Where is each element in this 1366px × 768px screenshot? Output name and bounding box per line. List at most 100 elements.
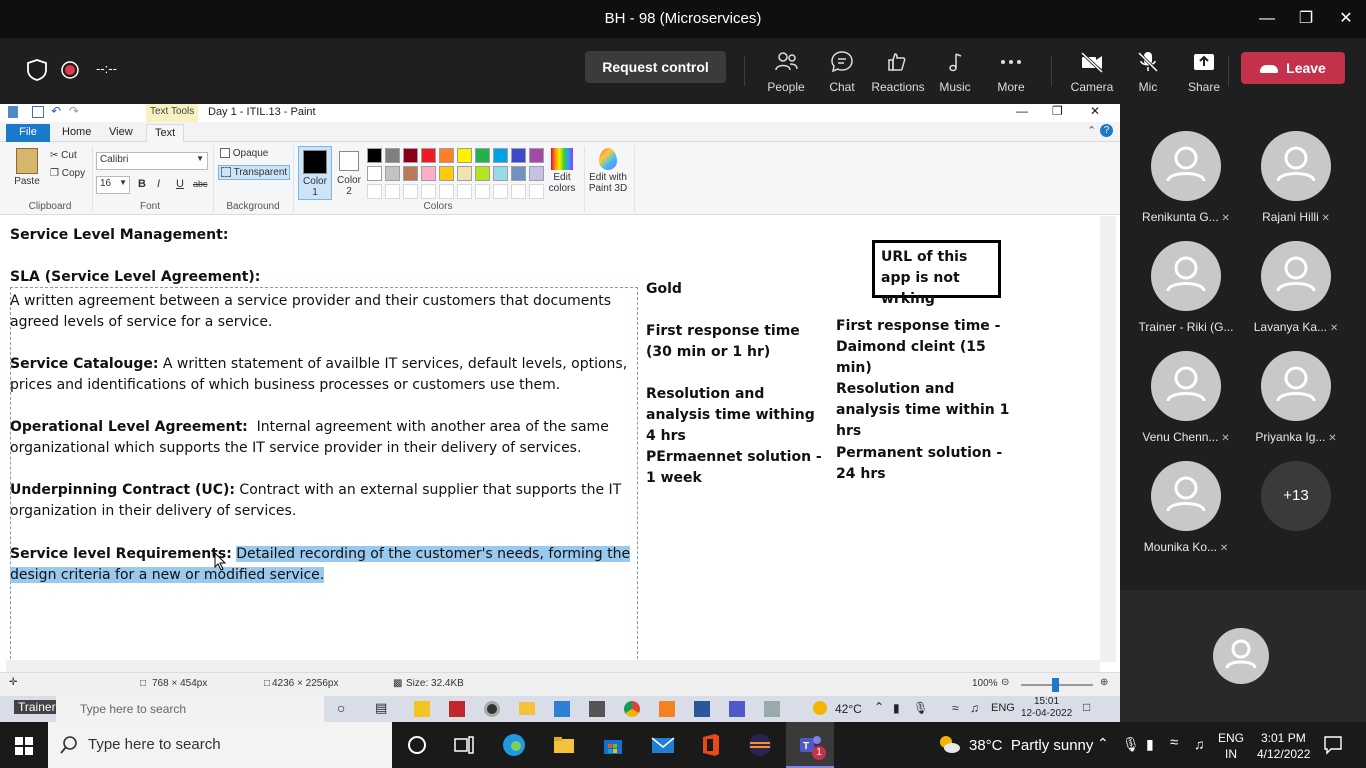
request-control-button[interactable]: Request control	[585, 51, 726, 83]
color2-button[interactable]: Color 2	[334, 146, 364, 200]
maximize-button[interactable]: ❐	[1293, 6, 1319, 32]
color-swatch[interactable]	[385, 148, 400, 163]
color-swatch[interactable]	[475, 166, 490, 181]
windows-start-icon[interactable]	[15, 737, 33, 755]
snipping-tool-icon[interactable]	[589, 701, 605, 717]
strikethrough-button[interactable]: abc	[193, 179, 208, 189]
task-view-icon[interactable]	[451, 732, 477, 758]
more-participants-button[interactable]: +13	[1261, 461, 1331, 531]
office-icon[interactable]	[698, 732, 724, 758]
people-button[interactable]: People	[756, 50, 816, 94]
opaque-option[interactable]: Opaque	[220, 148, 268, 159]
transparent-option[interactable]: Transparent	[218, 165, 291, 180]
music-button[interactable]: Music	[925, 50, 985, 94]
word-icon[interactable]	[694, 701, 710, 717]
store-icon[interactable]	[600, 732, 626, 758]
color-swatch[interactable]	[493, 166, 508, 181]
edit-with-paint3d-button[interactable]: Edit with Paint 3D	[586, 146, 630, 194]
participant-avatar[interactable]	[1261, 241, 1331, 311]
remote-search-box[interactable]: Type here to search	[56, 696, 324, 722]
cortana-icon[interactable]: ○	[337, 700, 345, 716]
color-swatch[interactable]	[439, 166, 454, 181]
color-swatch[interactable]	[367, 166, 382, 181]
chevron-up-icon[interactable]: ⌃	[874, 700, 884, 714]
tab-text[interactable]: Text	[146, 124, 185, 142]
clock-date[interactable]: 4/12/2022	[1257, 747, 1310, 761]
language-primary[interactable]: ENG	[1218, 731, 1244, 745]
copy-button[interactable]: ❐ Copy	[50, 168, 85, 179]
color-swatch[interactable]	[439, 148, 454, 163]
redo-icon[interactable]: ↷	[69, 104, 79, 118]
color-swatch[interactable]	[511, 148, 526, 163]
color-swatch[interactable]	[421, 148, 436, 163]
wifi-icon[interactable]: ≈	[1170, 734, 1178, 751]
color-swatch[interactable]	[385, 166, 400, 181]
zoom-out-button[interactable]: ⊝	[1001, 677, 1009, 688]
paint-minimize-button[interactable]: —	[1016, 104, 1028, 118]
participant-avatar[interactable]	[1151, 241, 1221, 311]
color-swatch[interactable]	[367, 184, 382, 199]
color-swatch[interactable]	[403, 148, 418, 163]
font-size-select[interactable]: 16 ▼	[96, 176, 130, 194]
underline-button[interactable]: U	[176, 178, 184, 190]
color-swatch[interactable]	[475, 148, 490, 163]
cortana-icon[interactable]	[404, 732, 430, 758]
close-button[interactable]: ✕	[1333, 6, 1359, 32]
color-swatch[interactable]	[367, 148, 382, 163]
color-swatch[interactable]	[475, 184, 490, 199]
more-button[interactable]: More	[981, 50, 1041, 94]
pdf-icon[interactable]	[449, 701, 465, 717]
color1-button[interactable]: Color 1	[298, 146, 332, 200]
chevron-up-icon[interactable]: ⌃	[1087, 124, 1096, 137]
edit-colors-button[interactable]: Edit colors	[545, 146, 579, 194]
reactions-button[interactable]: Reactions	[868, 50, 928, 94]
color-swatch[interactable]	[457, 184, 472, 199]
language-region[interactable]: IN	[1225, 747, 1237, 761]
vertical-scrollbar[interactable]	[1100, 216, 1116, 662]
sticky-notes-icon[interactable]	[414, 701, 430, 717]
eclipse-icon[interactable]	[747, 732, 773, 758]
paint-close-button[interactable]: ✕	[1090, 104, 1100, 118]
color-swatch[interactable]	[457, 148, 472, 163]
edge-icon[interactable]	[501, 732, 527, 758]
undo-icon[interactable]: ↶	[51, 104, 61, 118]
chrome-icon[interactable]	[624, 701, 640, 717]
volume-icon[interactable]: ♫	[1194, 736, 1205, 752]
color-swatch[interactable]	[403, 184, 418, 199]
participant-avatar[interactable]	[1151, 131, 1221, 201]
color-swatch[interactable]	[529, 166, 544, 181]
italic-button[interactable]: I	[157, 178, 160, 190]
obs-icon[interactable]	[484, 701, 500, 717]
participant-avatar[interactable]	[1151, 461, 1221, 531]
color-swatch[interactable]	[403, 166, 418, 181]
color-swatch[interactable]	[493, 184, 508, 199]
participant-avatar[interactable]	[1151, 351, 1221, 421]
zoom-slider-thumb[interactable]	[1052, 678, 1059, 692]
tab-file[interactable]: File	[6, 124, 50, 142]
file-explorer-icon[interactable]	[551, 732, 577, 758]
font-family-select[interactable]: Calibri ▼	[96, 152, 208, 170]
task-view-icon[interactable]: ▤	[375, 700, 387, 716]
share-button[interactable]: Share	[1174, 50, 1234, 94]
paste-button[interactable]: Paste	[12, 148, 42, 187]
save-icon[interactable]	[32, 106, 44, 118]
bold-button[interactable]: B	[138, 178, 146, 190]
photos-icon[interactable]	[554, 701, 570, 717]
notification-icon[interactable]	[1323, 735, 1343, 755]
color-swatch[interactable]	[421, 166, 436, 181]
color-swatch[interactable]	[511, 166, 526, 181]
participant-avatar[interactable]	[1261, 351, 1331, 421]
chevron-up-icon[interactable]: ⌃	[1097, 735, 1109, 752]
office-icon[interactable]	[659, 701, 675, 717]
teams-taskbar-button[interactable]: T 1	[786, 722, 834, 768]
color-swatch[interactable]	[493, 148, 508, 163]
mic-button[interactable]: Mic	[1118, 50, 1178, 94]
horizontal-scrollbar[interactable]	[6, 660, 1100, 672]
tab-view[interactable]: View	[101, 124, 141, 142]
color-swatch[interactable]	[439, 184, 454, 199]
tab-home[interactable]: Home	[54, 124, 99, 142]
camera-button[interactable]: Camera	[1062, 50, 1122, 94]
teams-icon[interactable]	[729, 701, 745, 717]
help-icon[interactable]: ?	[1100, 124, 1113, 137]
weather-text[interactable]: 38°C Partly sunny	[969, 737, 1093, 754]
